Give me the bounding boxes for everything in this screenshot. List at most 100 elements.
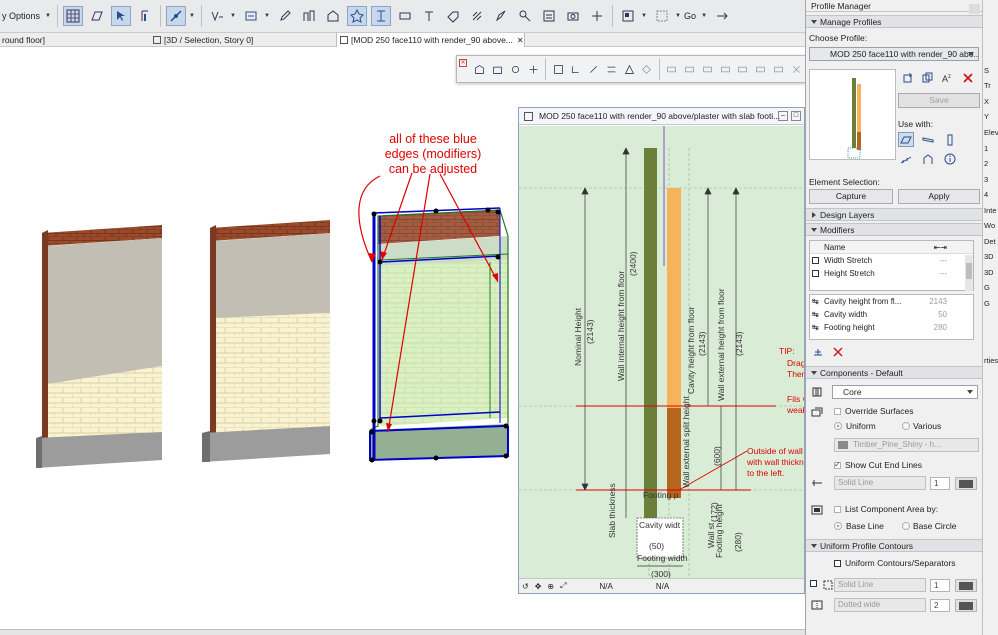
table-row[interactable]: Width Stretch --- [810, 254, 973, 267]
wall-model-selected[interactable] [358, 172, 509, 463]
star-icon[interactable] [347, 6, 368, 26]
3d-viewport[interactable]: all of these blue edges (modifiers) can … [0, 48, 518, 635]
tab-ground-floor[interactable]: round floor] [0, 33, 45, 47]
float-tool-10-icon[interactable] [640, 62, 654, 76]
float-tool-4-icon[interactable] [526, 62, 540, 76]
uniform-contours-checkbox[interactable] [834, 560, 841, 567]
nav-item[interactable]: 3D [984, 268, 994, 277]
dim-footing-width[interactable]: Footing width [637, 553, 688, 563]
checkbox[interactable] [812, 257, 819, 264]
use-beam-icon[interactable] [920, 132, 936, 147]
layer-icon[interactable] [241, 6, 261, 26]
apply-button[interactable]: Apply [898, 189, 980, 204]
float-tool-16-icon[interactable] [754, 62, 768, 76]
chevron-down-icon[interactable]: ▼ [188, 8, 196, 24]
pen-swatch-1[interactable] [955, 477, 977, 490]
section-canvas[interactable]: Nominal Height (2143) Wall internal heig… [519, 126, 804, 578]
nav-item[interactable]: 3 [984, 175, 988, 184]
table-row[interactable]: ↹ Cavity height from fl... 2143 [810, 295, 973, 308]
contour-checkbox[interactable] [810, 580, 817, 587]
section-manage-profiles[interactable]: Manage Profiles [806, 15, 982, 28]
float-tool-12-icon[interactable] [683, 62, 697, 76]
close-icon[interactable]: ✕ [517, 36, 524, 45]
save-button[interactable]: Save [898, 93, 980, 108]
nav-item[interactable]: 2 [984, 159, 988, 168]
pen-swatch-3[interactable] [955, 599, 977, 612]
tool-b-icon[interactable] [323, 6, 343, 26]
base-line-radio[interactable] [834, 522, 842, 530]
grid-icon[interactable] [63, 6, 84, 26]
section-modifiers[interactable]: Modifiers [806, 223, 982, 236]
pen-icon[interactable] [491, 6, 511, 26]
table-row[interactable]: Height Stretch --- [810, 267, 973, 280]
float-tool-3-icon[interactable] [509, 62, 523, 76]
contour-line-select[interactable]: Solid Line [834, 578, 926, 592]
float-tool-2-icon[interactable] [491, 62, 505, 76]
float-tool-5-icon[interactable] [551, 62, 565, 76]
layer-render-bar[interactable] [644, 148, 657, 518]
nav-item[interactable]: Inte [984, 206, 997, 215]
chevron-down-icon[interactable]: ▼ [640, 8, 648, 24]
view-icon[interactable] [618, 6, 638, 26]
select-arrow-icon[interactable] [111, 6, 132, 26]
float-tool-9-icon[interactable] [622, 62, 636, 76]
nav-item[interactable]: Y [984, 112, 989, 121]
wall-icon[interactable] [395, 6, 415, 26]
chevron-down-icon[interactable]: ▼ [263, 8, 271, 24]
dim-cavity-height[interactable]: Cavity height from floor [686, 306, 696, 394]
nav-icon[interactable] [712, 6, 732, 26]
use-handrail-icon[interactable] [920, 151, 936, 166]
pen-number-1[interactable]: 1 [930, 477, 950, 490]
vector-icon[interactable] [207, 6, 227, 26]
panel-scroll-arrow[interactable] [969, 4, 980, 14]
add-modifier-icon[interactable] [810, 344, 826, 359]
float-tool-13-icon[interactable] [700, 62, 714, 76]
remove-modifier-icon[interactable] [830, 344, 846, 359]
nav-item[interactable]: G [984, 283, 990, 292]
nav-item[interactable]: 3D [984, 252, 994, 261]
chevron-down-icon[interactable]: ▼ [229, 8, 237, 24]
zoom-icon[interactable]: ⊕ [547, 582, 554, 591]
fill-icon[interactable] [467, 6, 487, 26]
nav-item[interactable]: X [984, 97, 989, 106]
dim-wall-external[interactable]: Wall external height from floor [716, 288, 726, 401]
nav-item[interactable]: Elev [984, 128, 998, 137]
rename-profile-icon[interactable]: Az [940, 70, 956, 85]
dim-nominal-height[interactable]: Nominal Height [573, 307, 583, 366]
base-circle-radio[interactable] [902, 522, 910, 530]
go-label[interactable]: Go [684, 11, 696, 21]
dim-footing-p[interactable]: Footing p [643, 490, 679, 500]
float-tool-7-icon[interactable] [587, 62, 601, 76]
table-row[interactable]: ↹ Footing height 280 [810, 321, 973, 334]
scrollbar[interactable] [965, 255, 973, 291]
new-profile-icon[interactable] [900, 70, 916, 85]
nav-item[interactable]: rties [984, 356, 998, 365]
separator-line-select[interactable]: Dotted wide [834, 598, 926, 612]
float-tool-14-icon[interactable] [718, 62, 732, 76]
minimize-icon[interactable]: – [778, 111, 788, 121]
choose-profile-select[interactable]: MOD 250 face110 with render_90 abo... [809, 47, 979, 61]
use-column-icon[interactable] [942, 132, 958, 147]
dimension-icon[interactable] [371, 6, 392, 26]
float-tool-18-icon[interactable] [789, 62, 803, 76]
pen-swatch-2[interactable] [955, 579, 977, 592]
layer-brick-bar[interactable] [667, 408, 681, 498]
nav-item[interactable]: 4 [984, 190, 988, 199]
dim-slab-thickness[interactable]: Slab thickness [607, 483, 617, 538]
use-wall-icon[interactable] [898, 132, 914, 147]
fit-icon[interactable]: ⤢ [560, 581, 566, 591]
duplicate-profile-icon[interactable] [920, 70, 936, 85]
dim-cavity-width[interactable]: Cavity widt [639, 520, 681, 530]
chevron-down-icon[interactable]: ▼ [700, 8, 708, 24]
float-tool-15-icon[interactable] [736, 62, 750, 76]
camera-icon[interactable] [563, 6, 583, 26]
zoom-fit-icon[interactable] [652, 6, 672, 26]
chevron-down-icon[interactable]: ▼ [674, 8, 682, 24]
section-uniform-profile-contours[interactable]: Uniform Profile Contours [806, 539, 982, 552]
use-railing-icon[interactable] [898, 151, 914, 166]
dim-split-height[interactable]: Wall external split height [681, 396, 691, 488]
float-tool-11-icon[interactable] [665, 62, 679, 76]
nav-item[interactable]: Tr [984, 81, 991, 90]
close-icon[interactable]: ✕ [459, 59, 467, 67]
float-tool-1-icon[interactable] [473, 62, 487, 76]
